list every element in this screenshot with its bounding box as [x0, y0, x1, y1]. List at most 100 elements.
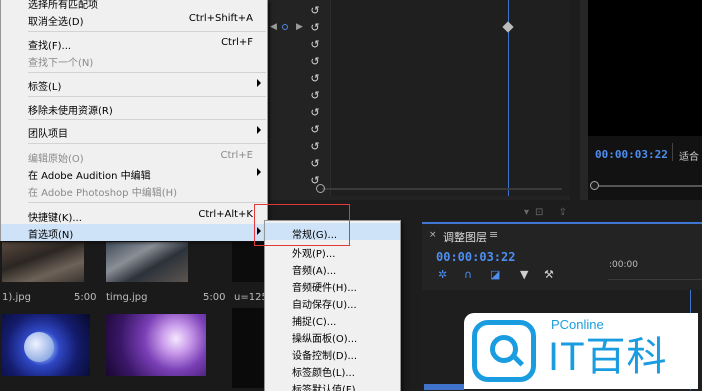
- menu-item-team-projects[interactable]: 团队项目: [1, 123, 267, 140]
- submenu-item-label: 捕捉(C)...: [292, 317, 337, 328]
- linked-selection-icon[interactable]: ◪: [490, 268, 500, 281]
- submenu-item-label-defaults[interactable]: 标签默认值(F)...: [265, 378, 400, 391]
- menu-separator: [28, 72, 266, 73]
- submenu-item-device-control[interactable]: 设备控制(D)...: [265, 344, 400, 362]
- menu-item-deselect-all[interactable]: 取消全选(D) Ctrl+Shift+A: [1, 11, 267, 28]
- add-keyframe-icon[interactable]: [282, 24, 288, 30]
- reset-column: ↺ ↺ ↺ ↺ ↺ ↺ ↺ ↺ ↺ ↺ ↺: [308, 0, 328, 190]
- menu-item-edit-in-audition[interactable]: 在 Adobe Audition 中编辑: [1, 165, 267, 182]
- menu-item-label: 查找下一个(N): [28, 58, 94, 69]
- submenu-item-label: 音频(A)...: [292, 266, 337, 277]
- submenu-item-label: 标签默认值(F)...: [292, 385, 366, 391]
- zoom-slider-track[interactable]: [322, 188, 562, 190]
- menu-item-remove-unused[interactable]: 移除未使用资源(R): [1, 100, 267, 117]
- submenu-item-label-colors[interactable]: 标签颜色(L)...: [265, 361, 400, 379]
- media-duration: 5:00: [74, 292, 97, 303]
- media-name: 1).jpg: [2, 292, 31, 303]
- menu-item-label: 首选项(N): [28, 230, 74, 241]
- next-keyframe-icon[interactable]: ▶: [296, 22, 303, 32]
- snap-icon[interactable]: ✲: [438, 268, 447, 281]
- menu-item-shortcut: Ctrl+E: [220, 150, 254, 161]
- menu-item-label: 在 Adobe Audition 中编辑: [28, 171, 151, 182]
- menu-separator: [28, 31, 266, 32]
- fit-dropdown[interactable]: 适合: [679, 148, 699, 163]
- menu-separator: [28, 96, 266, 97]
- reset-icon[interactable]: ↺: [308, 5, 322, 17]
- watermark-brand: PConline: [551, 317, 604, 332]
- submenu-item-capture[interactable]: 捕捉(C)...: [265, 310, 400, 328]
- submenu-item-control-surface[interactable]: 操纵面板(O)...: [265, 327, 400, 345]
- menu-item-preferences[interactable]: 首选项(N): [1, 224, 267, 241]
- submenu-item-label: 标签颜色(L)...: [292, 368, 355, 379]
- zoom-slider-handle[interactable]: [316, 184, 325, 193]
- edit-context-menu: 选择所有匹配项 取消全选(D) Ctrl+Shift+A 查找(F)... Ct…: [0, 0, 268, 241]
- watermark-name: IT百科: [548, 335, 668, 379]
- media-thumbnail[interactable]: [2, 242, 84, 282]
- ruler-time-label: :00:00: [609, 260, 638, 270]
- reset-icon[interactable]: ↺: [308, 158, 322, 170]
- keyframe-area[interactable]: [330, 0, 570, 196]
- program-timecode[interactable]: 00:00:03:22: [595, 148, 668, 161]
- menu-item-label: 快捷键(K)...: [28, 213, 82, 224]
- submenu-item-label: 设备控制(D)...: [292, 351, 358, 362]
- reset-icon[interactable]: ↺: [308, 124, 322, 136]
- menu-item-shortcut: Ctrl+F: [221, 37, 253, 48]
- menu-item-find[interactable]: 查找(F)... Ctrl+F: [1, 35, 267, 52]
- reset-icon[interactable]: ↺: [308, 56, 322, 68]
- menu-item-edit-in-photoshop: 在 Adobe Photoshop 中编辑(H): [1, 182, 267, 199]
- submenu-item-label: 外观(P)...: [292, 249, 336, 260]
- media-thumbnail[interactable]: [2, 314, 90, 376]
- menu-item-label: 选择所有匹配项: [28, 0, 98, 11]
- reset-icon[interactable]: ↺: [308, 90, 322, 102]
- time-ruler[interactable]: [608, 272, 702, 280]
- timeline-tab-title[interactable]: 调整图层: [443, 229, 487, 245]
- program-scrub-track[interactable]: [596, 185, 702, 187]
- menu-item-label: 编辑原始(O): [28, 154, 84, 165]
- highlight-annotation: [254, 204, 350, 246]
- menu-separator: [28, 119, 266, 120]
- timeline-clip[interactable]: [424, 384, 464, 390]
- menu-separator: [28, 202, 266, 203]
- menu-item-select-all-matching[interactable]: 选择所有匹配项: [1, 0, 267, 11]
- reset-icon[interactable]: ↺: [308, 141, 322, 153]
- menu-item-edit-original: 编辑原始(O) Ctrl+E: [1, 148, 267, 165]
- menu-item-label: 团队项目: [28, 129, 68, 140]
- reset-icon[interactable]: ↺: [308, 73, 322, 85]
- submenu-arrow-icon: [257, 126, 261, 134]
- export-frame-icon[interactable]: ▾⊡ ⇪: [524, 207, 573, 218]
- submenu-arrow-icon: [257, 79, 261, 87]
- menu-item-label: 查找(F)...: [28, 41, 72, 52]
- submenu-item-audio-hardware[interactable]: 音频硬件(H)...: [265, 276, 400, 294]
- media-name: timg.jpg: [106, 292, 148, 303]
- program-scrub-handle[interactable]: [590, 181, 599, 190]
- moon-image: [24, 332, 54, 362]
- menu-item-shortcut: Ctrl+Shift+A: [188, 13, 253, 24]
- reset-icon[interactable]: ↺: [308, 39, 322, 51]
- submenu-item-auto-save[interactable]: 自动保存(U)...: [265, 293, 400, 311]
- menu-item-keyboard-shortcuts[interactable]: 快捷键(K)... Ctrl+Alt+K: [1, 207, 267, 224]
- menu-item-label: 在 Adobe Photoshop 中编辑(H): [28, 188, 178, 199]
- media-thumbnail[interactable]: [106, 314, 206, 376]
- menu-item-labels[interactable]: 标签(L): [1, 76, 267, 93]
- menu-item-label: 标签(L): [28, 82, 62, 93]
- submenu-item-audio[interactable]: 音频(A)...: [265, 259, 400, 277]
- media-duration: 5:00: [203, 292, 226, 303]
- menu-item-label: 取消全选(D): [28, 17, 84, 28]
- media-thumbnail[interactable]: [106, 242, 188, 282]
- menu-item-shortcut: Ctrl+Alt+K: [198, 209, 253, 220]
- menu-separator: [28, 143, 266, 144]
- divider: [672, 143, 673, 161]
- panel-menu-icon[interactable]: ≡: [489, 228, 498, 241]
- marker-icon[interactable]: ▼: [520, 268, 528, 281]
- submenu-item-label: 自动保存(U)...: [292, 300, 357, 311]
- timeline-timecode[interactable]: 00:00:03:22: [436, 250, 515, 264]
- wrench-icon[interactable]: ⚒: [544, 268, 554, 281]
- program-video-frame: [588, 0, 702, 136]
- reset-icon[interactable]: ↺: [308, 107, 322, 119]
- menu-item-label: 移除未使用资源(R): [28, 106, 113, 117]
- reset-icon[interactable]: ↺: [308, 22, 322, 34]
- menu-item-find-next: 查找下一个(N): [1, 52, 267, 69]
- close-icon[interactable]: ×: [429, 230, 437, 240]
- prev-keyframe-icon[interactable]: ◀: [270, 22, 277, 32]
- magnet-icon[interactable]: ∩: [464, 268, 472, 281]
